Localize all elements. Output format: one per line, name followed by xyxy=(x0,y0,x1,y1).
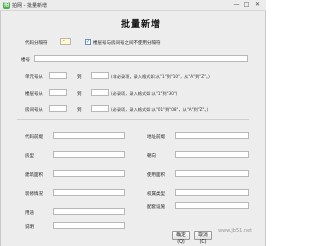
section-divider xyxy=(17,119,249,120)
code-prefix-label: 代码前缀 xyxy=(25,135,43,140)
code-prefix-input[interactable] xyxy=(53,132,125,139)
description-input[interactable] xyxy=(53,222,125,229)
building-no-label: 楼号 xyxy=(21,58,30,63)
floor-range-note: (必录项，录入格式如:从"1"到"30") xyxy=(111,91,178,96)
minimize-button[interactable]: — xyxy=(232,1,241,9)
room-to-input[interactable] xyxy=(91,105,109,112)
building-area-label: 建筑面积 xyxy=(25,173,43,178)
orientation-input[interactable] xyxy=(175,151,249,158)
room-range-note: (必录项，录入格式如:从"01"到"08"，从"A"到"Z"。) xyxy=(111,107,209,112)
facilities-label: 配套设施 xyxy=(147,205,165,210)
room-to-label: 到 xyxy=(77,108,82,113)
building-no-input[interactable] xyxy=(34,55,248,62)
orientation-label: 朝向 xyxy=(147,154,156,159)
window-title: 拍网 - 批量新增 xyxy=(12,3,47,9)
description-label: 说明 xyxy=(25,225,34,230)
floor-from-label: 楼层号从 xyxy=(25,92,43,97)
floor-to-input[interactable] xyxy=(91,89,109,96)
room-from-input[interactable] xyxy=(49,105,67,112)
unit-from-input[interactable] xyxy=(49,72,67,79)
watermark: www.jb51.net xyxy=(218,228,253,234)
cancel-button[interactable]: 取消(C) xyxy=(194,231,212,245)
close-button[interactable]: ✕ xyxy=(253,1,262,9)
address-prefix-input[interactable] xyxy=(175,132,249,139)
maximize-button[interactable]: □ xyxy=(242,1,251,9)
usage-label: 用途 xyxy=(25,211,34,216)
address-prefix-label: 地址前缀 xyxy=(147,135,165,140)
confirm-button[interactable]: 确定(Q) xyxy=(172,231,190,245)
no-separator-checkbox-label: 楼层号与房间号之间不使用分隔符 xyxy=(93,41,161,46)
ownership-type-label: 权属类型 xyxy=(147,192,165,197)
ownership-type-input[interactable] xyxy=(175,189,249,196)
usable-area-input[interactable] xyxy=(175,170,249,177)
batch-add-dialog: 批量新增 代码分隔符 - ✓ 楼层号与房间号之间不使用分隔符 楼号 单元号从 到… xyxy=(0,11,266,246)
window-titlebar: 拍 拍网 - 批量新增 — □ ✕ xyxy=(0,0,266,11)
room-type-input[interactable] xyxy=(53,151,125,158)
unit-to-input[interactable] xyxy=(91,72,109,79)
floor-from-input[interactable] xyxy=(49,89,67,96)
unit-to-label: 到 xyxy=(77,75,82,80)
decoration-input[interactable] xyxy=(53,189,125,196)
floor-to-label: 到 xyxy=(77,92,82,97)
usable-area-label: 使用面积 xyxy=(147,173,165,178)
unit-range-note: (非必录项，录入格式如:从"1"到"10"，从"A"到"Z"。) xyxy=(111,74,210,79)
decoration-label: 装修情况 xyxy=(25,192,43,197)
unit-from-label: 单元号从 xyxy=(25,75,43,80)
page-title: 批量新增 xyxy=(120,20,161,30)
app-logo-icon: 拍 xyxy=(3,2,10,9)
no-separator-checkbox[interactable]: ✓ xyxy=(85,39,91,45)
code-separator-input[interactable]: - xyxy=(60,38,71,45)
room-type-label: 房型 xyxy=(25,154,34,159)
building-area-input[interactable] xyxy=(53,170,125,177)
room-from-label: 房间号从 xyxy=(25,108,43,113)
facilities-input[interactable] xyxy=(175,202,249,209)
code-separator-label: 代码分隔符 xyxy=(25,41,48,46)
usage-input[interactable] xyxy=(53,208,125,215)
